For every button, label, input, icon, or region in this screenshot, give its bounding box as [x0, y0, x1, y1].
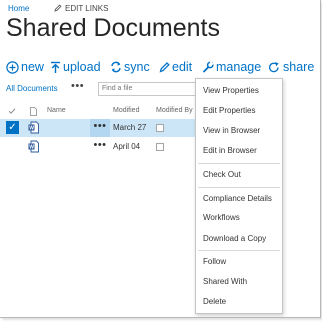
doc-type-header[interactable] — [30, 107, 37, 118]
row-open-menu-button[interactable]: ••• — [90, 138, 110, 156]
home-link[interactable]: Home — [8, 4, 29, 13]
menu-item-edit-properties[interactable]: Edit Properties — [196, 103, 282, 119]
page-title: Shared Documents — [6, 14, 221, 42]
upload-label: upload — [63, 60, 101, 74]
row-open-menu-button[interactable]: ••• — [90, 119, 110, 137]
new-button[interactable]: new — [6, 60, 44, 74]
share-button[interactable]: share — [268, 60, 314, 74]
menu-item-check-out[interactable]: Check Out — [196, 167, 282, 183]
modified-column-header[interactable]: Modified — [113, 107, 139, 114]
edit-links-link[interactable]: EDIT LINKS — [54, 4, 108, 13]
menu-divider — [198, 250, 280, 251]
menu-item-follow[interactable]: Follow — [196, 254, 282, 270]
all-documents-view[interactable]: All Documents — [6, 84, 58, 93]
svg-text:W: W — [29, 126, 34, 132]
more-views-button[interactable]: ••• — [71, 80, 84, 92]
name-column-header[interactable]: Name — [47, 107, 66, 114]
menu-item-view-properties[interactable]: View Properties — [196, 83, 282, 99]
pencil-icon — [159, 62, 170, 73]
menu-divider — [198, 187, 280, 188]
row-modified-date: April 04 — [113, 142, 141, 151]
find-file-input[interactable]: Find a file — [98, 82, 208, 96]
row-modified-by-checkbox[interactable] — [156, 143, 164, 151]
edit-label: edit — [172, 60, 193, 74]
sync-label: sync — [124, 60, 150, 74]
table-row[interactable]: W ••• April 04 — [0, 138, 200, 156]
menu-divider — [198, 163, 280, 164]
menu-item-delete[interactable]: Delete — [196, 294, 282, 310]
menu-item-edit-in-browser[interactable]: Edit in Browser — [196, 143, 282, 159]
share-label: share — [283, 60, 315, 74]
row-modified-date: March 27 — [113, 123, 147, 132]
edit-links-label: EDIT LINKS — [65, 4, 109, 13]
manage-button[interactable]: manage — [202, 60, 261, 74]
svg-text:W: W — [29, 145, 34, 151]
wrench-icon — [203, 61, 214, 73]
table-row[interactable]: ✓ W ••• March 27 — [0, 119, 200, 137]
menu-item-download-a-copy[interactable]: Download a Copy — [196, 231, 282, 247]
select-all-checkmark[interactable] — [8, 107, 16, 117]
sync-button[interactable]: sync — [110, 60, 150, 74]
upload-button[interactable]: upload — [50, 60, 101, 74]
menu-item-view-in-browser[interactable]: View in Browser — [196, 123, 282, 139]
sharepoint-window: Home EDIT LINKS Shared Documents new upl… — [0, 0, 321, 318]
share-icon — [268, 61, 279, 72]
pencil-icon — [54, 4, 62, 12]
menu-item-shared-with[interactable]: Shared With — [196, 274, 282, 290]
upload-icon — [51, 61, 60, 73]
modified-by-column-header[interactable]: Modified By — [156, 107, 193, 114]
row-modified-by-checkbox[interactable] — [156, 124, 164, 132]
manage-label: manage — [216, 60, 262, 74]
new-label: new — [21, 60, 44, 74]
checkmark-icon — [8, 108, 16, 114]
menu-item-workflows[interactable]: Workflows — [196, 210, 282, 226]
sync-icon — [111, 61, 121, 73]
word-document-icon[interactable]: W — [28, 140, 39, 158]
word-document-icon[interactable]: W — [28, 121, 39, 139]
document-icon — [30, 107, 37, 116]
edit-button[interactable]: edit — [159, 60, 192, 74]
row-selected-checkbox[interactable]: ✓ — [6, 121, 19, 134]
context-menu: View Properties Edit Properties View in … — [195, 78, 283, 314]
menu-item-compliance-details[interactable]: Compliance Details — [196, 191, 282, 207]
plus-circle-icon — [6, 60, 19, 74]
top-nav: Home EDIT LINKS — [8, 4, 108, 13]
